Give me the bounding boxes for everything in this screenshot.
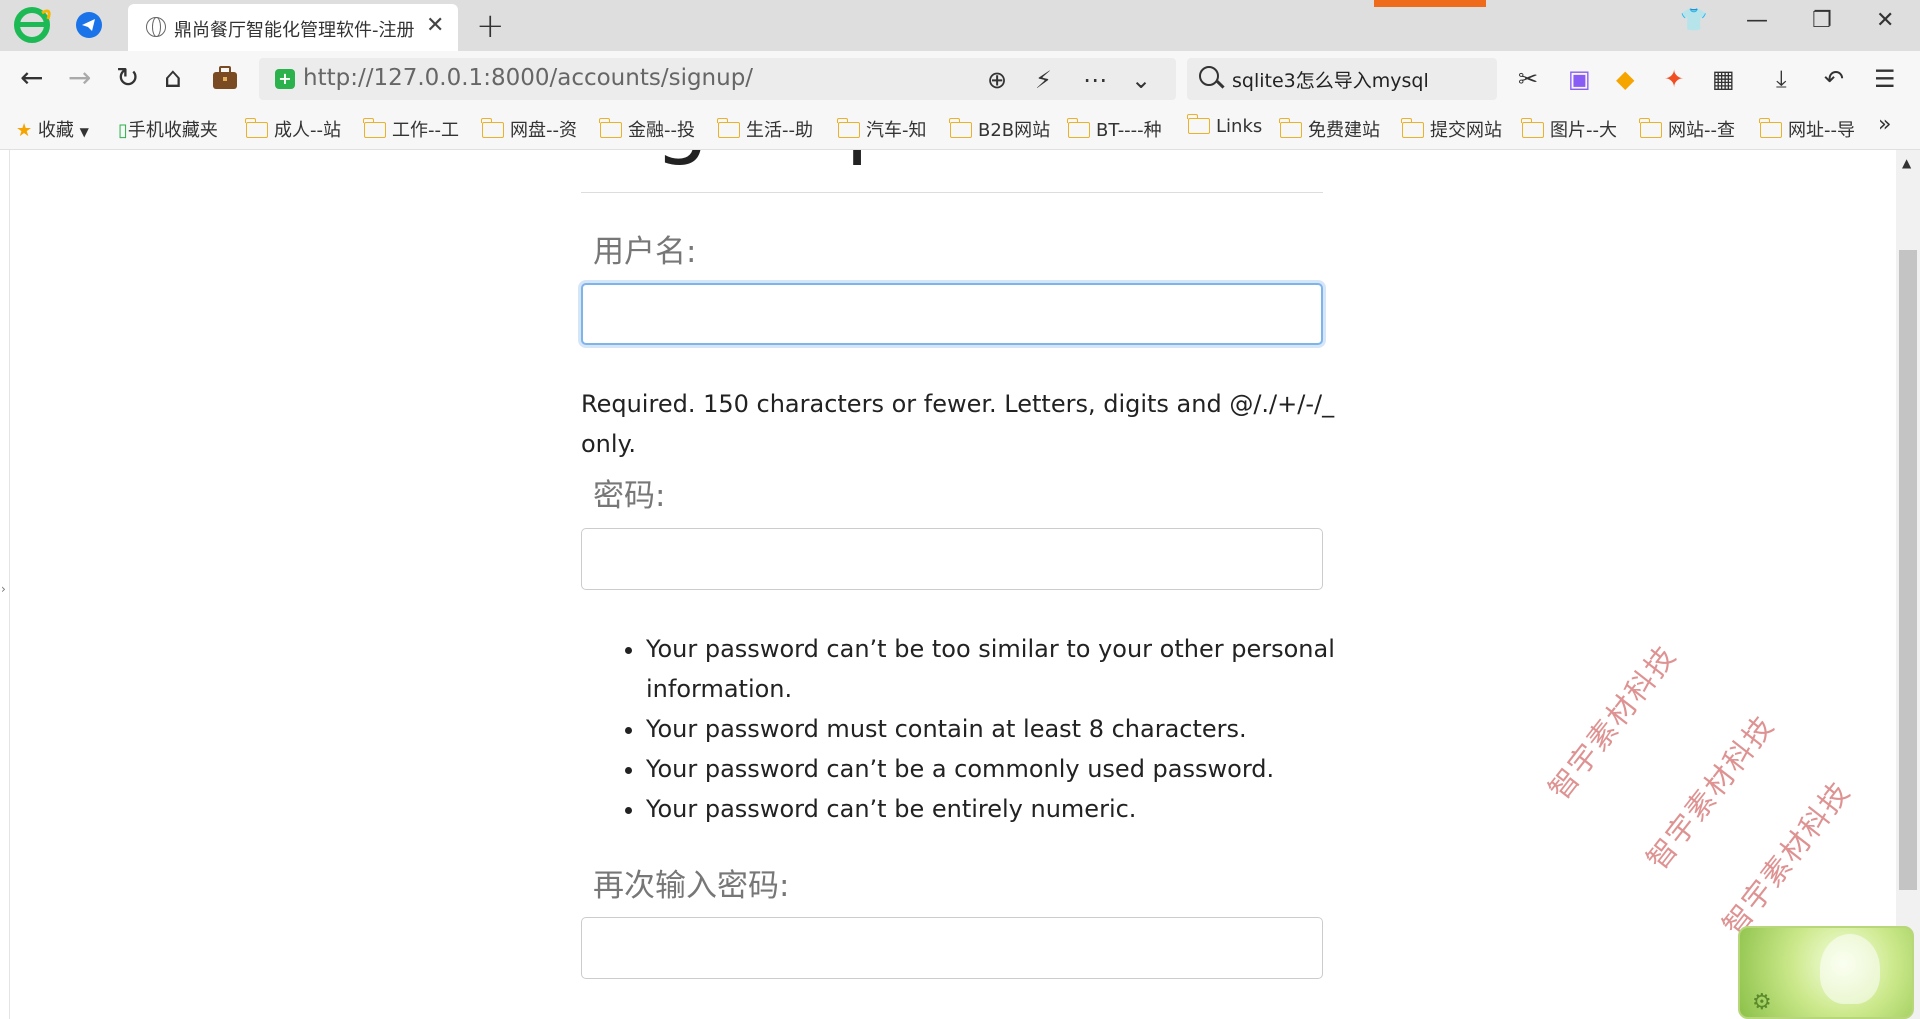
star-icon: ★ [16, 120, 33, 141]
confirm-password-field[interactable] [581, 917, 1323, 979]
folder-icon [1401, 118, 1424, 138]
lightning-icon[interactable]: ⚡ [1035, 66, 1052, 94]
bookmark-item[interactable]: 成人--站 [245, 116, 341, 142]
folder-icon [363, 118, 386, 138]
password-rules-list: Your password can’t be too similar to yo… [600, 629, 1350, 829]
close-window-icon[interactable]: ✕ [1876, 8, 1894, 33]
url-text[interactable]: http://127.0.0.1:8000/accounts/signup/ [303, 65, 753, 91]
navigation-bar: ← → ↻ ⌂ + http://127.0.0.1:8000/accounts… [0, 51, 1920, 108]
bookmark-favorites[interactable]: ★ 收藏 ▼ [16, 116, 89, 142]
folder-icon [837, 118, 860, 138]
globe-icon [146, 17, 166, 37]
menu-icon[interactable]: ☰ [1874, 65, 1896, 93]
list-item: Your password can’t be entirely numeric. [646, 789, 1350, 829]
list-item: Your password must contain at least 8 ch… [646, 709, 1350, 749]
folder-icon [1187, 114, 1210, 134]
expand-sidebar-icon[interactable]: › [1, 582, 6, 596]
forward-icon[interactable]: → [68, 63, 91, 93]
briefcase-icon[interactable] [212, 66, 238, 90]
folder-icon [1639, 118, 1662, 138]
username-help-text: Required. 150 characters or fewer. Lette… [581, 390, 1335, 458]
browser-logo-icon[interactable] [12, 5, 52, 45]
watermark: 智宇素材科技 [1541, 638, 1684, 806]
address-bar[interactable]: + http://127.0.0.1:8000/accounts/signup/… [259, 58, 1176, 100]
bookmark-item[interactable]: 图片--大 [1521, 116, 1617, 142]
translate-icon[interactable]: ▣ [1568, 65, 1591, 93]
list-item: Your password can’t be a commonly used p… [646, 749, 1350, 789]
bookmark-item[interactable]: 金融--投 [599, 116, 695, 142]
close-icon[interactable]: ✕ [426, 13, 444, 38]
password-field[interactable] [581, 528, 1323, 590]
folder-icon [1279, 118, 1302, 138]
phone-icon: ▯ [118, 120, 128, 141]
shirt-icon[interactable]: 👕 [1680, 8, 1707, 33]
watermark: 智宇素材科技 [1715, 774, 1858, 942]
restore-icon[interactable]: ❐ [1812, 8, 1832, 33]
minimize-icon[interactable]: — [1746, 8, 1768, 33]
apps-icon[interactable]: ▦ [1712, 65, 1735, 93]
more-bookmarks-icon[interactable]: » [1878, 112, 1891, 137]
username-field[interactable] [581, 283, 1323, 345]
chevron-down-icon[interactable]: ⌄ [1131, 66, 1151, 94]
search-icon[interactable] [1199, 66, 1219, 86]
telegram-icon[interactable] [76, 12, 102, 38]
bookmark-item[interactable]: 免费建站 [1279, 116, 1380, 142]
sidebar-edge [9, 150, 10, 1019]
scrollbar[interactable]: ▲ [1896, 150, 1920, 1019]
folder-icon [481, 118, 504, 138]
watermark: 智宇素材科技 [1639, 708, 1782, 876]
notification-strip [1374, 0, 1486, 7]
game-icon[interactable]: ✦ [1664, 65, 1684, 93]
bookmark-item[interactable]: 工作--工 [363, 116, 459, 142]
bookmark-item[interactable]: Links [1187, 114, 1262, 137]
folder-icon [1759, 118, 1782, 138]
folder-icon [1067, 118, 1090, 138]
folder-icon [245, 118, 268, 138]
coupon-icon[interactable]: ◆ [1616, 65, 1634, 93]
list-item: Your password can’t be too similar to yo… [646, 629, 1350, 709]
page-viewport: › Sign up 用户名: Required. 150 characters … [0, 150, 1920, 1019]
page-heading: Sign up [576, 150, 900, 168]
scroll-up-icon[interactable]: ▲ [1902, 156, 1911, 170]
bookmark-item[interactable]: B2B网站 [949, 116, 1050, 142]
home-icon[interactable]: ⌂ [164, 63, 182, 93]
shield-icon: + [275, 69, 295, 89]
bookmark-item[interactable]: 网盘--资 [481, 116, 577, 142]
folder-icon [599, 118, 622, 138]
gear-icon[interactable]: ⚙ [1752, 990, 1772, 1015]
zoom-icon[interactable]: ⊕ [987, 66, 1007, 94]
bookmark-item[interactable]: 生活--助 [717, 116, 813, 142]
bookmark-item[interactable]: 网址--导 [1759, 116, 1855, 142]
scissors-icon[interactable]: ✂ [1518, 65, 1538, 93]
scrollbar-thumb[interactable] [1899, 250, 1917, 890]
download-icon[interactable]: ⤓ [1776, 65, 1787, 93]
search-query[interactable]: sqlite3怎么导入mysql [1232, 66, 1429, 93]
heading-divider [581, 192, 1323, 193]
back-icon[interactable]: ← [20, 63, 43, 93]
active-tab[interactable]: 鼎尚餐厅智能化管理软件-注册 ✕ [128, 4, 458, 51]
more-icon[interactable]: ⋯ [1083, 66, 1107, 94]
search-box[interactable]: sqlite3怎么导入mysql [1187, 58, 1497, 100]
bookmark-item[interactable]: 网站--查 [1639, 116, 1735, 142]
bookmark-item[interactable]: 提交网站 [1401, 116, 1502, 142]
folder-icon [1521, 118, 1544, 138]
bookmarks-bar: ★ 收藏 ▼ ▯手机收藏夹 成人--站 工作--工 网盘--资 金融--投 生活… [0, 108, 1920, 150]
lotus-image [1820, 934, 1880, 1004]
bookmark-item[interactable]: BT----种 [1067, 116, 1162, 142]
bookmark-item[interactable]: ▯手机收藏夹 [118, 116, 218, 142]
tab-strip: 鼎尚餐厅智能化管理软件-注册 ✕ + 👕 — ❐ ✕ [0, 0, 1920, 51]
folder-icon [949, 118, 972, 138]
folder-icon [717, 118, 740, 138]
plus-icon[interactable]: + [476, 6, 505, 46]
reload-icon[interactable]: ↻ [116, 63, 139, 93]
undo-icon[interactable]: ↶ [1824, 65, 1844, 93]
confirm-password-label: 再次输入密码: [593, 868, 790, 904]
tab-title: 鼎尚餐厅智能化管理软件-注册 [174, 20, 414, 41]
username-label: 用户名: [593, 234, 697, 270]
password-label: 密码: [593, 478, 666, 514]
floating-widget[interactable]: ⚙ [1738, 926, 1914, 1019]
bookmark-item[interactable]: 汽车-知 [837, 116, 927, 142]
